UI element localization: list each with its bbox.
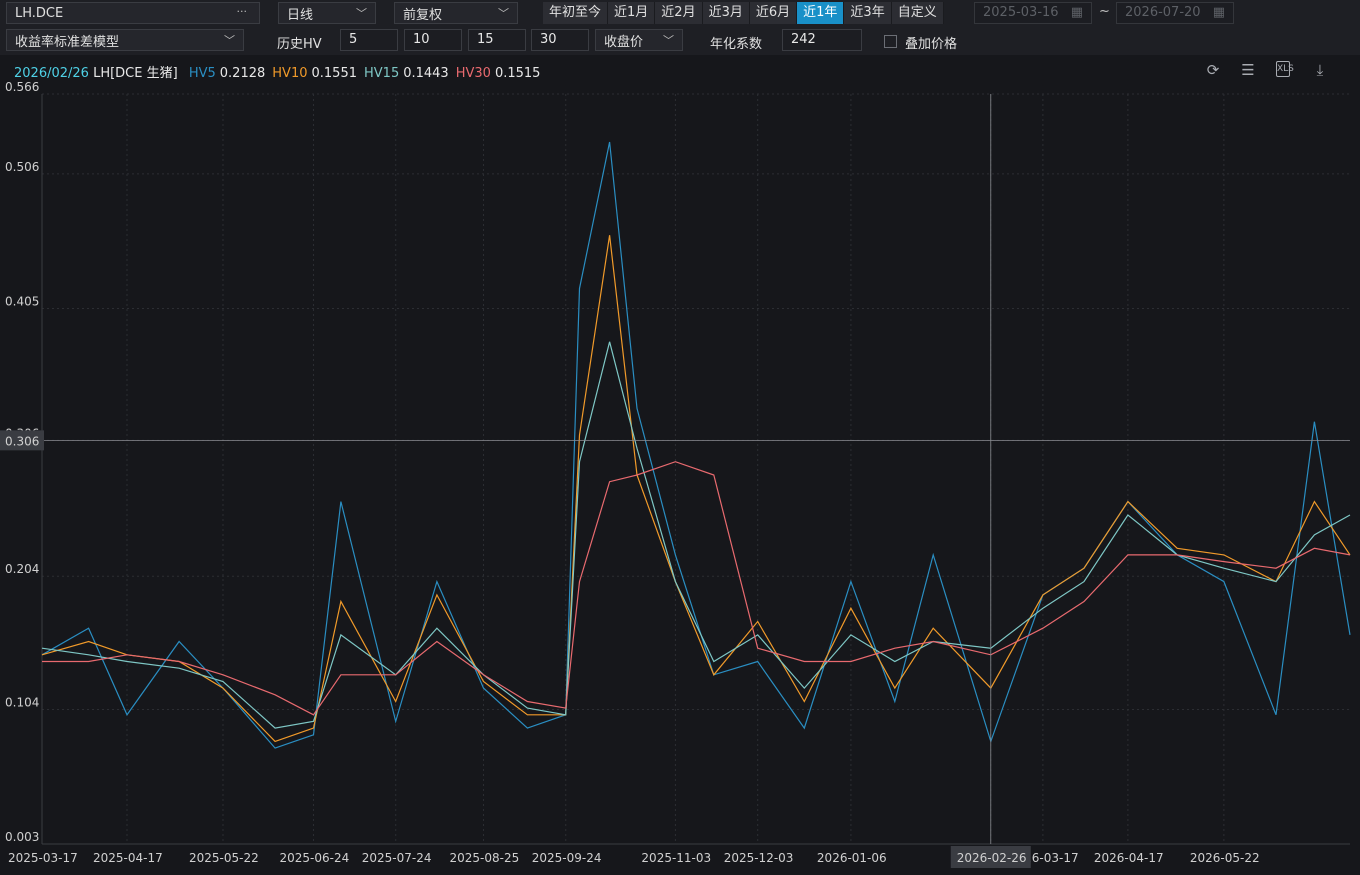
symbol-select[interactable]: LH.DCE ··· bbox=[6, 2, 260, 24]
legend-series-name: HV30 bbox=[455, 66, 491, 81]
range-button-4[interactable]: 近6月 bbox=[749, 2, 798, 24]
legend-series-value: 0.1551 bbox=[311, 66, 358, 81]
hv-window-2[interactable]: 10 bbox=[404, 29, 462, 51]
series-line-hv15 bbox=[41, 341, 1351, 729]
legend-date: 2026/02/26 bbox=[14, 66, 89, 81]
xls-export-icon[interactable]: XLS bbox=[1276, 61, 1294, 77]
hv-chart[interactable]: 0.566 0.506 0.405 0.306 0.204 0.104 0.003 2025-… bbox=[0, 82, 1360, 875]
chevron-down-icon: ﹀ bbox=[498, 7, 509, 20]
x-tick-label: 2026-04-17 bbox=[1094, 851, 1164, 865]
range-button-1[interactable]: 近1月 bbox=[608, 2, 656, 24]
x-tick-label: 2025-08-25 bbox=[449, 851, 519, 865]
y-tick-label: 0.003 bbox=[5, 830, 39, 844]
legend-instrument: LH[DCE 生猪] bbox=[93, 66, 178, 81]
chevron-down-icon: ﹀ bbox=[663, 34, 674, 47]
range-button-5[interactable]: 近1年 bbox=[797, 2, 845, 24]
end-date-text: 2026-07-20 bbox=[1125, 5, 1201, 20]
symbol-label: LH.DCE bbox=[15, 5, 64, 21]
range-buttons: 年初至今 近1月 近2月 近3月 近6月 近1年 近3年 自定义 bbox=[543, 2, 944, 24]
series-line-hv5 bbox=[41, 141, 1351, 749]
model-select[interactable]: 收益率标准差模型 ﹀ bbox=[6, 29, 244, 51]
x-tick-label: 2026-01-06 bbox=[817, 851, 887, 865]
range-button-6[interactable]: 近3年 bbox=[844, 2, 892, 24]
period-label: 日线 bbox=[287, 7, 314, 23]
y-tick-label: 0.405 bbox=[5, 294, 39, 308]
annual-label: 年化系数 bbox=[710, 37, 763, 52]
range-button-7[interactable]: 自定义 bbox=[891, 2, 944, 24]
hv-window-1[interactable]: 5 bbox=[340, 29, 398, 51]
legend-series-value: 0.1515 bbox=[494, 66, 541, 81]
period-select[interactable]: 日线 ﹀ bbox=[278, 2, 376, 24]
chart-legend: 2026/02/26 LH[DCE 生猪] HV5 0.2128 HV10 0.155… bbox=[14, 62, 540, 81]
series-line-hv10 bbox=[41, 235, 1351, 743]
legend-series-value: 0.1443 bbox=[403, 66, 449, 81]
annual-factor-input[interactable]: 242 bbox=[782, 29, 862, 51]
calendar-icon[interactable]: ▦ bbox=[1071, 3, 1083, 23]
x-tick-label: 2025-11-03 bbox=[641, 851, 711, 865]
start-date-input[interactable]: 2025-03-16 ▦ bbox=[974, 2, 1092, 24]
range-button-3[interactable]: 近3月 bbox=[702, 2, 750, 24]
y-tick-label: 0.204 bbox=[5, 562, 39, 576]
x-tick-label: 2026-05-22 bbox=[1190, 851, 1260, 865]
crosshair-x-label: 2026-02-26 bbox=[957, 851, 1027, 865]
more-icon[interactable]: ··· bbox=[237, 5, 248, 18]
download-icon[interactable]: ⤓ bbox=[1311, 61, 1329, 79]
hv-label: 历史HV bbox=[277, 37, 322, 52]
adjust-select[interactable]: 前复权 ﹀ bbox=[394, 2, 518, 24]
overlay-price-checkbox[interactable] bbox=[884, 35, 897, 48]
adjust-label: 前复权 bbox=[403, 7, 443, 23]
price-type-label: 收盘价 bbox=[604, 34, 644, 50]
series-line-hv30 bbox=[42, 461, 1351, 716]
toolbar-top: LH.DCE ··· 日线 ﹀ 前复权 ﹀ 年初至今 近1月 近2月 近3月 近6月 近1… bbox=[0, 0, 1360, 27]
x-tick-label: 2025-03-17 bbox=[8, 851, 78, 865]
range-button-0[interactable]: 年初至今 bbox=[543, 2, 609, 24]
range-button-2[interactable]: 近2月 bbox=[655, 2, 703, 24]
legend-series-name: HV15 bbox=[364, 66, 400, 81]
date-separator: ~ bbox=[1099, 4, 1110, 19]
chevron-down-icon: ﹀ bbox=[224, 34, 235, 47]
calendar-icon[interactable]: ▦ bbox=[1213, 3, 1225, 23]
hv-window-4[interactable]: 30 bbox=[531, 29, 589, 51]
end-date-input[interactable]: 2026-07-20 ▦ bbox=[1116, 2, 1234, 24]
legend-series-value: 0.2128 bbox=[219, 66, 266, 81]
x-tick-label: 2025-06-24 bbox=[279, 851, 349, 865]
y-tick-label: 0.566 bbox=[5, 82, 39, 94]
legend-series-name: HV10 bbox=[272, 66, 308, 81]
price-type-select[interactable]: 收盘价 ﹀ bbox=[595, 29, 683, 51]
x-tick-label: 2025-04-17 bbox=[93, 851, 163, 865]
y-tick-label: 0.506 bbox=[5, 160, 39, 174]
toolbar-settings: 收益率标准差模型 ﹀ 历史HV 5 10 15 30 收盘价 ﹀ 年化系数 24… bbox=[0, 27, 1360, 55]
x-tick-label: 2025-09-24 bbox=[532, 851, 602, 865]
overlay-price-label: 叠加价格 bbox=[905, 37, 958, 52]
menu-icon[interactable]: ☰ bbox=[1239, 61, 1257, 79]
hv-window-3[interactable]: 15 bbox=[468, 29, 526, 51]
x-tick-label: 2025-07-24 bbox=[362, 851, 432, 865]
chevron-down-icon: ﹀ bbox=[356, 7, 367, 20]
x-tick-label: 2025-05-22 bbox=[189, 851, 259, 865]
model-label: 收益率标准差模型 bbox=[15, 34, 120, 50]
crosshair-y-label: 0.306 bbox=[5, 434, 39, 448]
refresh-icon[interactable]: ⟳ bbox=[1204, 61, 1222, 79]
y-tick-label: 0.104 bbox=[5, 695, 39, 709]
start-date-text: 2025-03-16 bbox=[983, 5, 1059, 20]
legend-series-name: HV5 bbox=[188, 66, 216, 81]
x-tick-label: 2025-12-03 bbox=[724, 851, 794, 865]
